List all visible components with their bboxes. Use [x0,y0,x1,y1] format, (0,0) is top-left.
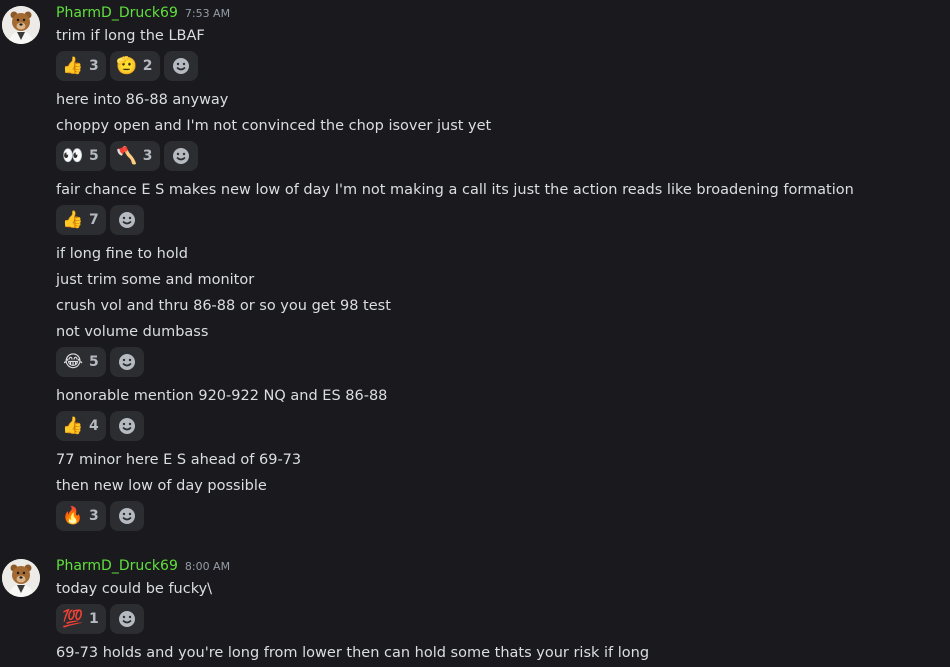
eyes-icon: 👀 [62,145,84,166]
reaction-count: 3 [89,58,99,74]
reaction-thumbs-up[interactable]: 👍 3 [56,51,106,81]
message-line: then new low of day possible [56,478,267,494]
message-line: fair chance E S makes new low of day I'm… [56,182,854,198]
reaction-count: 2 [142,58,153,74]
message-line: if long fine to hold [56,246,188,262]
author-name[interactable]: PharmD_Druck69 7:53 AM [56,5,230,21]
add-reaction-button[interactable] [109,347,144,377]
message-line: trim if long the LBAF [56,28,205,44]
message-line: today could be fucky\ [56,581,213,597]
add-reaction-button[interactable] [163,141,198,171]
smiley-icon [118,354,135,370]
reaction-bar: 🔥 3 [56,501,144,531]
smiley-icon [172,58,189,74]
message-line: 77 minor here E S ahead of 69-73 [56,452,302,468]
author-name[interactable]: PharmD_Druck69 8:00 AM [56,558,230,574]
add-reaction-button[interactable] [109,411,144,441]
bear-avatar-icon [2,6,40,44]
fire-icon: 🔥 [62,505,84,526]
axe-icon: 🪓 [116,145,138,166]
reaction-bar: 😂 5 [56,347,144,377]
tears-of-joy-icon: 😂 [63,351,83,372]
reaction-count: 7 [89,212,99,228]
reaction-fire[interactable]: 🔥 3 [56,501,106,531]
author-label[interactable]: PharmD_Druck69 [56,558,178,574]
reaction-bar: 👍 4 [56,411,144,441]
message-line: crush vol and thru 86-88 or so you get 9… [56,298,391,314]
message-line: not volume dumbass [56,324,209,340]
reaction-bar: 👀 5 🪓 3 [56,141,198,171]
reaction-count: 1 [89,611,99,627]
smiley-icon [118,212,135,228]
message-timestamp: 8:00 AM [184,560,231,573]
add-reaction-button[interactable] [109,205,144,235]
smiley-icon [172,148,189,164]
reaction-eyes[interactable]: 👀 5 [56,141,106,171]
thumbs-up-icon: 👍 [62,415,84,436]
reaction-count: 5 [89,148,99,164]
reaction-count: 4 [89,418,99,434]
reaction-count: 3 [142,148,153,164]
smiley-icon [118,418,135,434]
reaction-thumbs-up[interactable]: 👍 7 [56,205,106,235]
thumbs-up-icon: 👍 [62,55,84,76]
reaction-tears-of-joy[interactable]: 😂 5 [56,347,106,377]
add-reaction-button[interactable] [163,51,198,81]
reaction-bar: 👍 7 [56,205,144,235]
avatar[interactable] [2,6,40,44]
reaction-axe[interactable]: 🪓 3 [109,141,160,171]
add-reaction-button[interactable] [109,501,144,531]
avatar[interactable] [2,559,40,597]
reaction-salute[interactable]: 🫡 2 [109,51,160,81]
salute-icon: 🫡 [116,55,138,76]
smiley-icon [118,611,135,627]
author-label[interactable]: PharmD_Druck69 [56,5,178,21]
reaction-bar: 👍 3 🫡 2 [56,51,198,81]
reaction-hundred-points[interactable]: 💯 1 [56,604,106,634]
message-timestamp: 7:53 AM [184,7,231,20]
message-line: here into 86-88 anyway [56,92,229,108]
reaction-thumbs-up[interactable]: 👍 4 [56,411,106,441]
hundred-points-icon: 💯 [62,608,84,629]
reaction-bar: 💯 1 [56,604,144,634]
message-line: honorable mention 920-922 NQ and ES 86-8… [56,388,388,404]
smiley-icon [118,508,135,524]
reaction-count: 3 [89,508,99,524]
bear-avatar-icon [2,559,40,597]
thumbs-up-icon: 👍 [62,209,84,230]
message-line: choppy open and I'm not convinced the ch… [56,118,492,134]
reaction-count: 5 [89,354,99,370]
add-reaction-button[interactable] [109,604,144,634]
message-line: just trim some and monitor [56,272,255,288]
message-line: 69-73 holds and you're long from lower t… [56,645,650,661]
